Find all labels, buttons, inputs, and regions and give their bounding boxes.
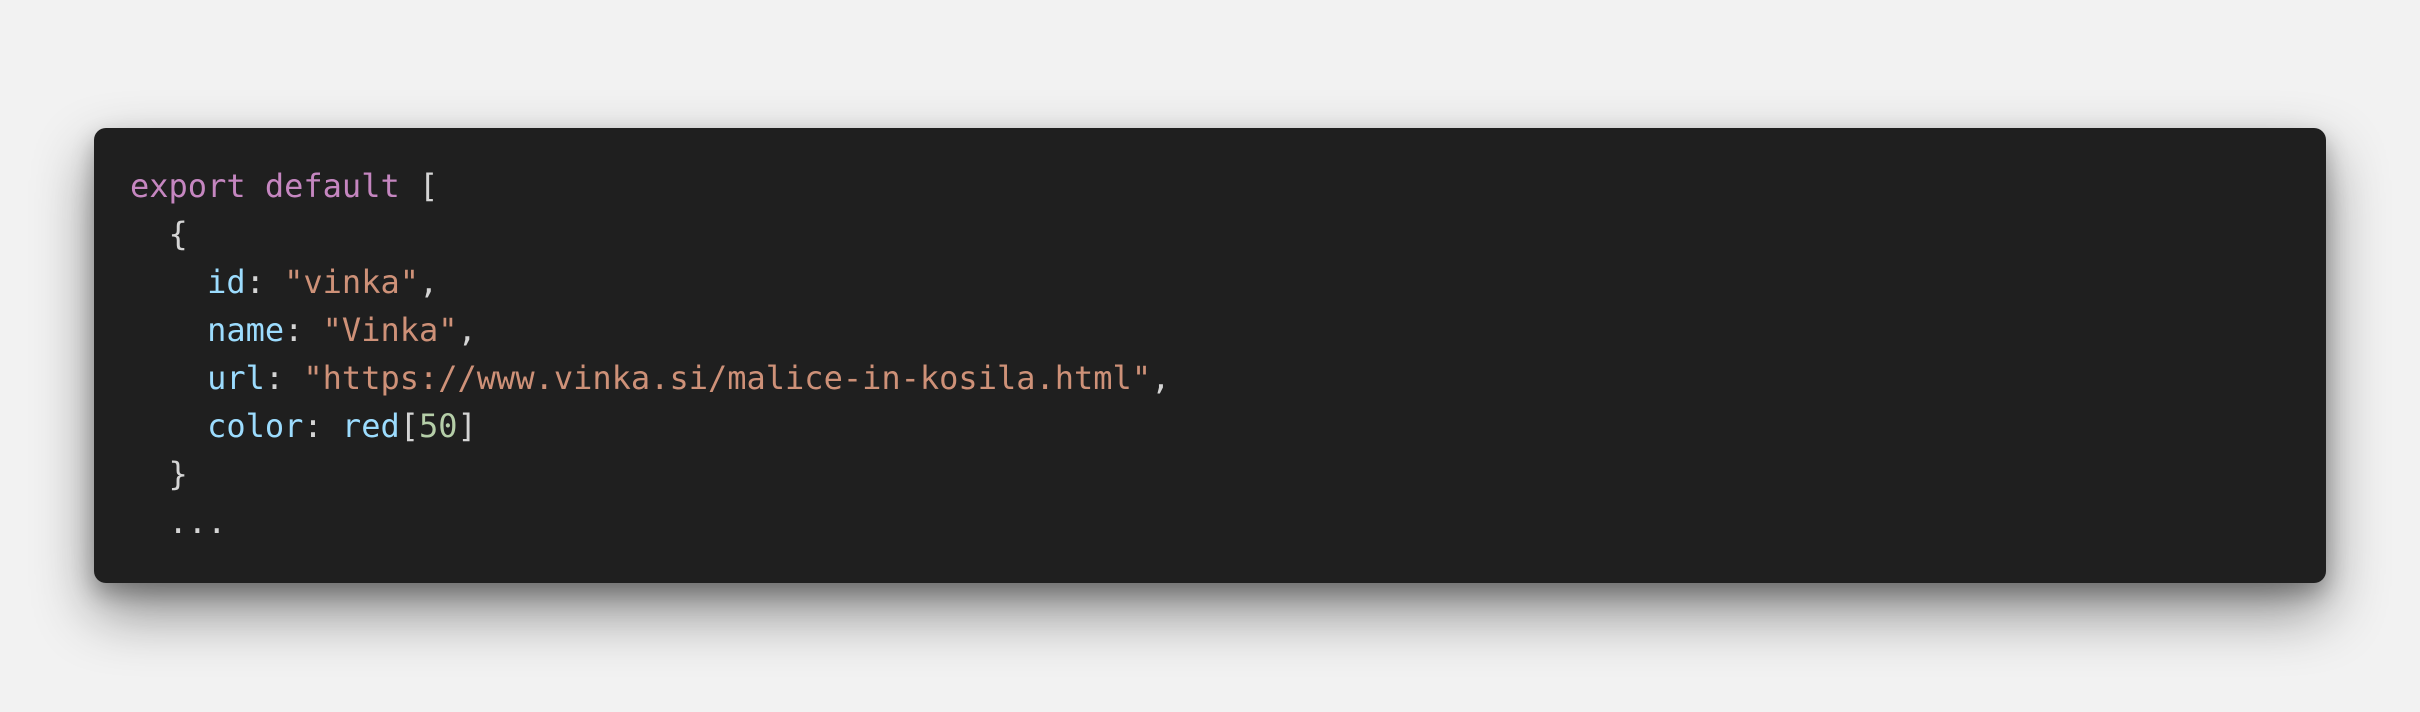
punctuation-token: : [264, 359, 304, 397]
property-token: id [207, 263, 246, 301]
property-token: color [207, 407, 304, 445]
identifier-token: red [341, 407, 400, 445]
punctuation-token: [ [399, 407, 419, 445]
punctuation-token: , [1151, 359, 1171, 397]
code-line-1: export default [ [130, 162, 2290, 210]
keyword-token: default [264, 167, 400, 205]
property-token: url [207, 359, 265, 397]
keyword-token: export [130, 167, 246, 205]
string-token: "vinka" [284, 263, 419, 301]
code-snippet-card: export default [ { id: "vinka", name: "V… [94, 128, 2326, 583]
property-token: name [207, 311, 285, 349]
punctuation-token: : [284, 311, 323, 349]
code-line-7: } [130, 450, 2290, 498]
punctuation-token: [ [399, 167, 439, 205]
punctuation-token: , [418, 263, 439, 301]
code-line-5: url: "https://www.vinka.si/malice-in-kos… [130, 354, 2290, 402]
code-line-3: id: "vinka", [130, 258, 2290, 306]
ellipsis-token: ... [168, 503, 227, 541]
punctuation-token: : [303, 407, 342, 445]
string-token: "Vinka" [322, 311, 458, 349]
punctuation-token: : [245, 263, 285, 301]
punctuation-token: , [457, 311, 477, 349]
number-token: 50 [418, 407, 458, 445]
code-line-4: name: "Vinka", [130, 306, 2290, 354]
punctuation-token: } [168, 455, 188, 493]
punctuation-token: { [168, 215, 188, 253]
punctuation-token: ] [457, 407, 477, 445]
string-token: "https://www.vinka.si/malice-in-kosila.h… [303, 359, 1152, 397]
code-line-6: color: red[50] [130, 402, 2290, 450]
code-line-2: { [130, 210, 2290, 258]
code-line-8: ... [130, 498, 2290, 546]
code-block: export default [ { id: "vinka", name: "V… [130, 162, 2290, 546]
